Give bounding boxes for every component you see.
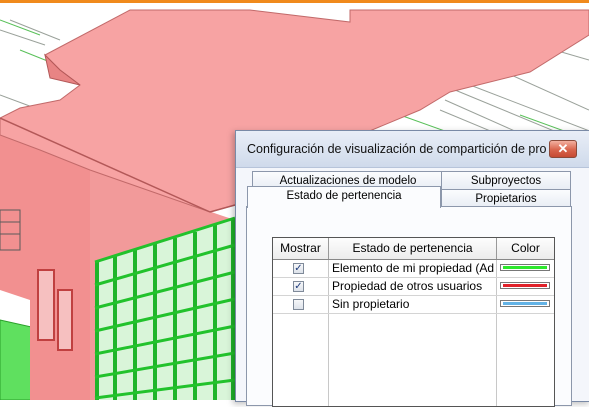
- row-color-swatch[interactable]: [500, 264, 550, 271]
- header-ownership-status[interactable]: Estado de pertenencia: [329, 238, 497, 259]
- row-visible-checkbox[interactable]: ✓: [293, 281, 304, 292]
- row-label: Propiedad de otros usuarios: [332, 279, 483, 293]
- check-icon: ✓: [294, 281, 303, 292]
- close-icon: ✕: [557, 141, 569, 156]
- row-visible-checkbox[interactable]: ✓: [293, 263, 304, 274]
- check-icon: ✓: [294, 263, 303, 274]
- tab-ownership-status[interactable]: Estado de pertenencia: [247, 186, 441, 208]
- ownership-table: Mostrar Estado de pertenencia Color ✓ El…: [272, 237, 555, 407]
- row-label: Sin propietario: [332, 297, 410, 311]
- accent-bar: [0, 0, 589, 3]
- row-color-swatch[interactable]: [500, 300, 550, 307]
- table-header: Mostrar Estado de pertenencia Color: [273, 238, 554, 260]
- visibility-settings-dialog: Configuración de visualización de compar…: [235, 130, 589, 407]
- table-row[interactable]: Sin propietario: [273, 296, 554, 314]
- dialog-titlebar[interactable]: Configuración de visualización de compar…: [236, 131, 589, 168]
- row-visible-checkbox[interactable]: [293, 299, 304, 310]
- row-label: Elemento de mi propiedad (Ad: [332, 261, 494, 275]
- close-button[interactable]: ✕: [549, 140, 577, 158]
- table-row[interactable]: ✓ Propiedad de otros usuarios: [273, 278, 554, 296]
- row-color-swatch[interactable]: [500, 282, 550, 289]
- dialog-title: Configuración de visualización de compar…: [247, 142, 547, 156]
- tab-worksets[interactable]: Subproyectos: [441, 171, 571, 191]
- header-show[interactable]: Mostrar: [273, 238, 329, 259]
- table-row[interactable]: ✓ Elemento de mi propiedad (Ad: [273, 260, 554, 278]
- header-color[interactable]: Color: [497, 238, 554, 259]
